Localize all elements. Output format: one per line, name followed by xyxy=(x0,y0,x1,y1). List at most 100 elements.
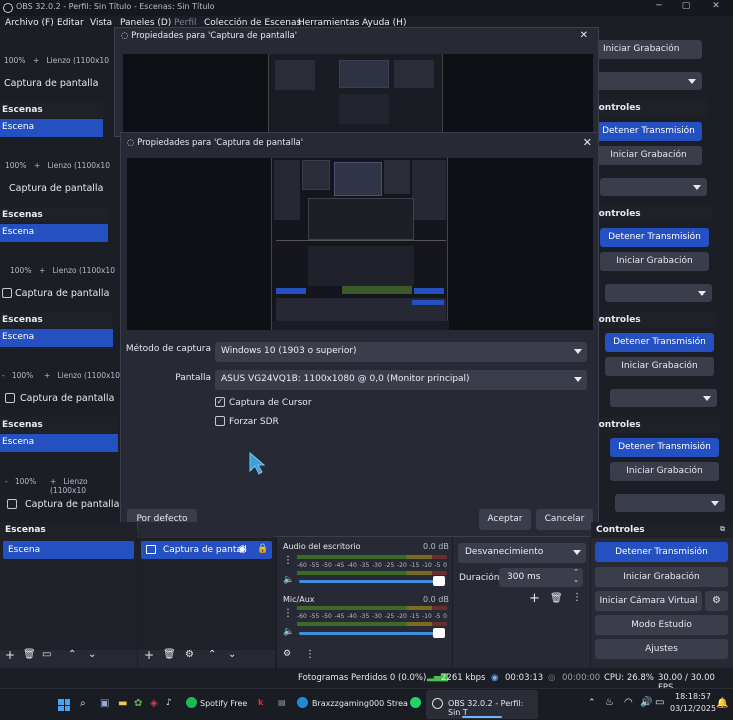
start-record-button[interactable]: Iniciar Grabación xyxy=(610,462,719,481)
add-source-icon[interactable]: + xyxy=(144,648,154,662)
scene-filter-icon[interactable]: ▭ xyxy=(42,649,51,660)
add-transition-icon[interactable]: + xyxy=(529,591,540,606)
accept-button[interactable]: Aceptar xyxy=(479,509,531,530)
menu-editar[interactable]: Editar xyxy=(57,18,84,28)
stop-stream-button[interactable]: Detener Transmisión xyxy=(595,122,702,141)
volume-slider[interactable] xyxy=(299,580,439,583)
notification-bell-icon[interactable]: 🔔 xyxy=(716,698,728,709)
scene-item[interactable]: Escena xyxy=(3,541,134,559)
more-options-icon[interactable]: ⋮ xyxy=(305,649,315,660)
start-record-button[interactable]: Iniciar Grabación xyxy=(595,567,728,587)
menu-archivo[interactable]: Archivo (F) xyxy=(5,18,54,28)
maximize-icon[interactable]: ▢ xyxy=(678,1,694,13)
spotify-label[interactable]: Spotify Free xyxy=(200,699,247,708)
volume-slider-handle[interactable] xyxy=(433,576,445,586)
chevron-up-icon[interactable]: ⌃ xyxy=(588,698,596,708)
lock-icon[interactable]: 🔒 xyxy=(257,544,268,554)
more-options-icon[interactable]: ⋮ xyxy=(572,592,582,603)
stepper-down-icon[interactable]: ⌄ xyxy=(573,576,579,584)
transition-select[interactable] xyxy=(595,72,702,90)
gear-icon[interactable]: ⚙ xyxy=(283,649,291,659)
delete-transition-icon[interactable]: 🗑 xyxy=(550,593,563,604)
speaker-icon[interactable]: 🔈 xyxy=(283,575,294,585)
start-record-button[interactable]: Iniciar Grabación xyxy=(605,357,714,376)
add-scene-icon[interactable]: + xyxy=(5,648,15,662)
volume-slider[interactable] xyxy=(299,632,439,635)
edge-label[interactable]: Braxzzgaming000 Strea xyxy=(312,699,408,708)
studio-mode-button[interactable]: Modo Estudio xyxy=(595,615,728,635)
scene-item[interactable]: Escena xyxy=(0,329,113,347)
file-explorer-icon[interactable]: ▬ xyxy=(118,698,127,709)
lienzo-label: + Lienzo (1100x10 xyxy=(39,266,115,275)
start-record-button[interactable]: Iniciar Grabación xyxy=(595,146,702,165)
start-record-button[interactable]: Iniciar Grabación xyxy=(600,252,709,271)
dialog-back-title: ◌ Propiedades para 'Captura de pantalla' xyxy=(121,31,298,41)
app-icon[interactable]: ✿ xyxy=(134,698,142,709)
edge-icon[interactable] xyxy=(297,697,308,708)
capture-method-select[interactable]: Windows 10 (1903 o superior) xyxy=(215,342,587,362)
stop-stream-button[interactable]: Detener Transmisión xyxy=(595,542,728,562)
app-icon[interactable]: ◈ xyxy=(150,698,158,709)
minimize-icon[interactable]: ─ xyxy=(651,1,667,13)
move-down-icon[interactable]: ⌄ xyxy=(88,649,96,660)
close-icon[interactable]: ✕ xyxy=(583,136,592,149)
stop-stream-button[interactable]: Detener Transmisión xyxy=(610,438,719,457)
spotify-icon[interactable] xyxy=(186,697,197,708)
scene-item[interactable]: Escena xyxy=(0,119,103,137)
windows-start-icon[interactable] xyxy=(58,699,70,711)
task-view-icon[interactable]: ▣ xyxy=(100,698,109,709)
chevron-down-icon xyxy=(574,349,582,354)
transition-select[interactable] xyxy=(615,494,725,512)
obs-taskbar-item[interactable]: OBS 32.0.2 - Perfil: Sin T xyxy=(426,690,538,719)
clock-date[interactable]: 03/12/2025 xyxy=(670,704,716,713)
visibility-eye-icon[interactable]: ◉ xyxy=(238,544,247,555)
app-k-icon[interactable]: k xyxy=(258,698,263,707)
zoom-label: - 100% xyxy=(2,371,34,380)
volume-icon[interactable]: 🔊 xyxy=(640,697,652,708)
scene-item[interactable]: Escena xyxy=(0,224,108,242)
app-icon[interactable]: ▤ xyxy=(278,698,286,707)
whatsapp-icon[interactable] xyxy=(410,697,421,708)
more-options-icon[interactable]: ⋮ xyxy=(283,608,293,619)
close-icon[interactable]: ✕ xyxy=(580,30,588,41)
stepper-up-icon[interactable]: ⌃ xyxy=(573,568,579,576)
gear-icon[interactable]: ⚙ xyxy=(705,591,728,611)
start-record-button[interactable]: Iniciar Grabación xyxy=(595,40,702,59)
battery-icon[interactable]: ▭ xyxy=(655,697,664,708)
stop-stream-button[interactable]: Detener Transmisión xyxy=(605,333,714,352)
more-options-icon[interactable]: ⋮ xyxy=(283,555,293,566)
wifi-icon[interactable]: ◠ xyxy=(624,697,633,708)
virtual-camera-button[interactable]: Iniciar Cámara Virtual xyxy=(595,591,702,611)
display-select[interactable]: ASUS VG24VQ1B: 1100x1080 @ 0,0 (Monitor … xyxy=(215,370,587,390)
sdr-checkbox[interactable] xyxy=(215,416,225,426)
search-icon[interactable]: ⌕ xyxy=(80,698,86,709)
app-tray-icon[interactable]: ♨ xyxy=(605,697,614,708)
volume-slider-handle[interactable] xyxy=(433,628,445,638)
delete-scene-icon[interactable]: 🗑 xyxy=(23,649,36,660)
settings-button[interactable]: Ajustes xyxy=(595,639,728,659)
move-up-icon[interactable]: ⌃ xyxy=(68,649,76,660)
transition-select[interactable]: Desvanecimiento xyxy=(458,543,586,563)
move-up-icon[interactable]: ⌃ xyxy=(208,649,216,660)
transition-select[interactable] xyxy=(605,284,712,302)
obs-logo-icon xyxy=(3,3,13,13)
duration-input[interactable]: 300 ms ⌃ ⌄ xyxy=(499,568,583,587)
speaker-icon[interactable]: 🔈 xyxy=(283,627,294,637)
transition-select[interactable] xyxy=(600,178,707,196)
scene-item[interactable]: Escena xyxy=(0,434,118,452)
scenes-dock: Escenas Escena + 🗑 ▭ ⌃ ⌄ xyxy=(0,522,137,668)
close-icon[interactable]: ✕ xyxy=(708,1,724,13)
stop-stream-button[interactable]: Detener Transmisión xyxy=(600,228,709,247)
gear-icon[interactable]: ⚙ xyxy=(185,649,194,660)
source-item[interactable]: Captura de pantall xyxy=(141,541,272,559)
dock-float-icon[interactable]: ⧉ xyxy=(720,525,725,534)
stream-indicator-icon: ◉ xyxy=(491,673,499,683)
clock-time[interactable]: 18:18:57 xyxy=(675,692,711,701)
delete-source-icon[interactable]: 🗑 xyxy=(163,649,176,660)
move-down-icon[interactable]: ⌄ xyxy=(228,649,236,660)
tiktok-icon[interactable]: ♪ xyxy=(166,698,172,708)
menu-vista[interactable]: Vista xyxy=(90,18,112,28)
cursor-checkbox[interactable]: ✓ xyxy=(215,397,225,407)
cancel-button[interactable]: Cancelar xyxy=(536,509,593,530)
transition-select[interactable] xyxy=(610,389,717,407)
